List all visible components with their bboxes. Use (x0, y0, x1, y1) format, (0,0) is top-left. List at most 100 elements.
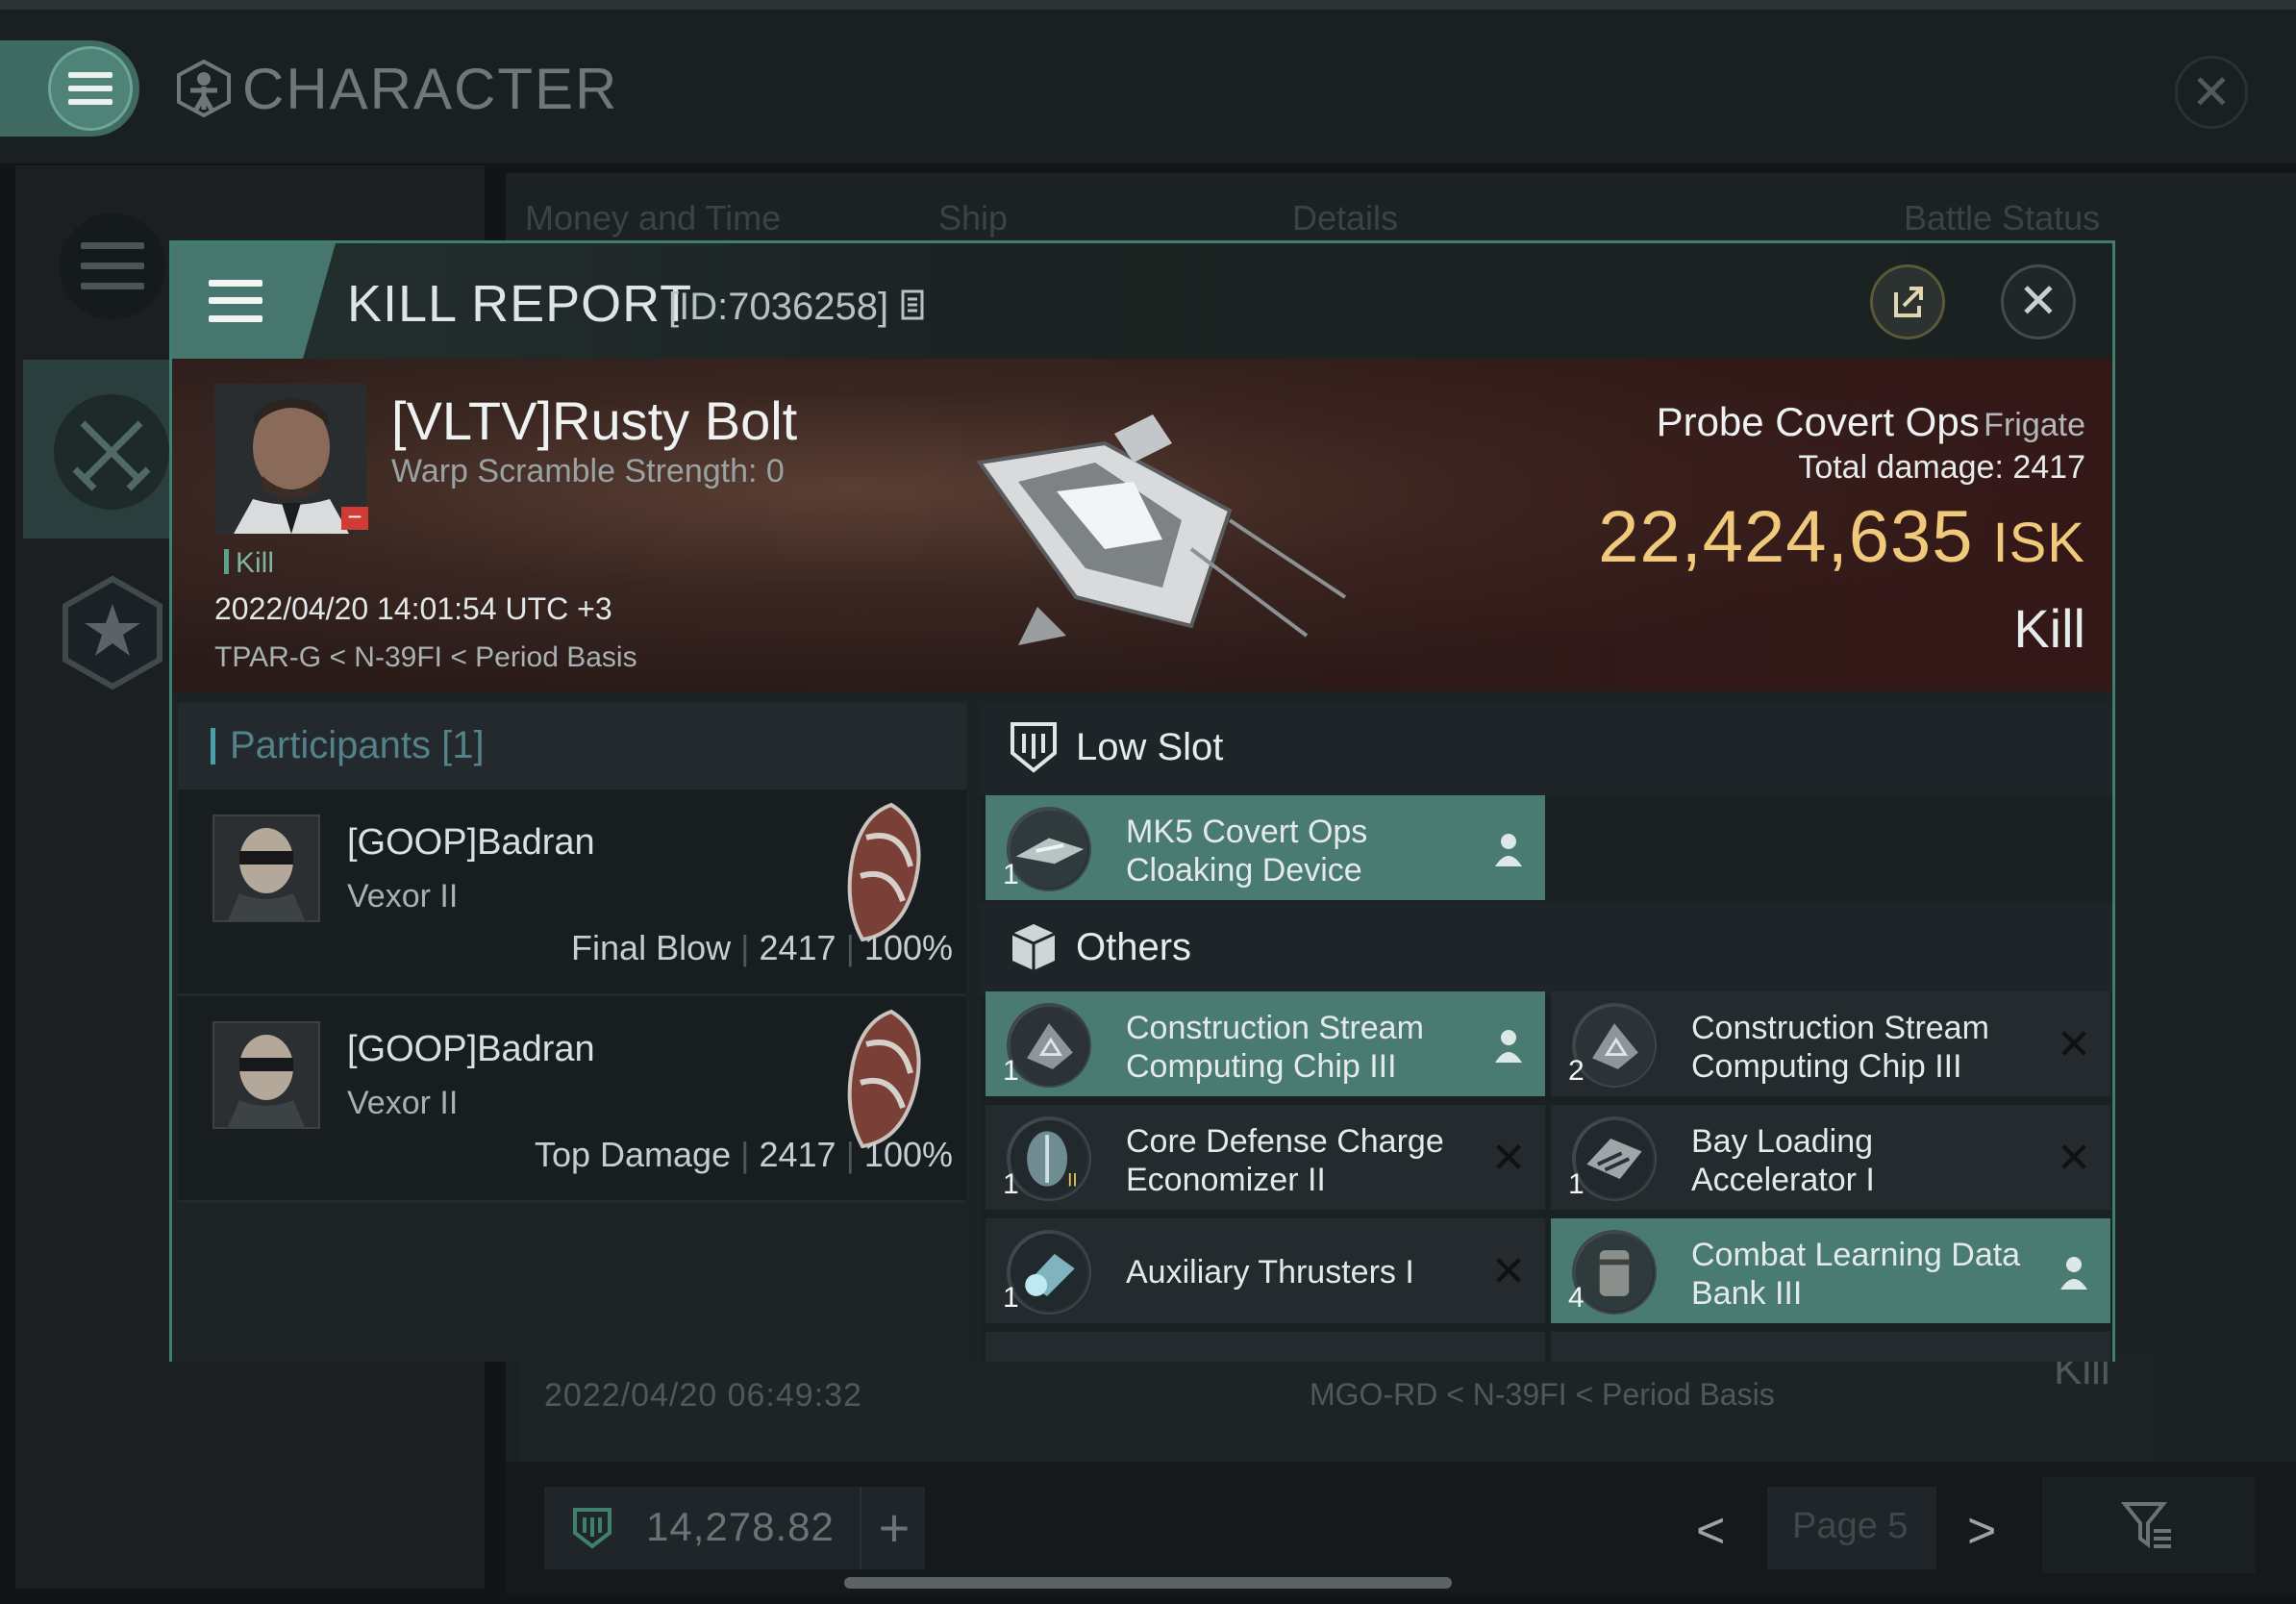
dropped-icon (1489, 830, 1528, 868)
tab-battle-status[interactable]: Battle Status (1904, 198, 2100, 238)
item-name: MK5 Covert Ops Cloaking Device (1126, 814, 1368, 889)
kill-result: Kill (2013, 598, 2085, 659)
sidebar-menu-button[interactable] (60, 213, 165, 319)
low-slot-title: Low Slot (1076, 726, 1224, 768)
copy-icon[interactable] (901, 289, 928, 322)
participants-marker (211, 728, 215, 764)
hamburger-icon (68, 72, 112, 105)
tab-money-and-time[interactable]: Money and Time (525, 198, 781, 238)
item-name: Construction Stream Computing Chip III (1691, 1010, 1989, 1085)
window-title: CHARACTER (242, 57, 619, 121)
computing-chip-icon (1572, 1003, 1657, 1088)
share-icon (1894, 287, 1923, 317)
item-quantity: 4 (1568, 1282, 1585, 1314)
item-card[interactable]: 1 Auxiliary Thrusters I ✕ (986, 1218, 1545, 1326)
kill-tag-marker (224, 549, 229, 574)
destroyed-icon: ✕ (1490, 1248, 1527, 1295)
item-name: Bay Loading Accelerator I (1691, 1123, 1875, 1198)
others-title: Others (1076, 926, 1192, 968)
computing-chip-icon (1007, 1003, 1091, 1088)
home-indicator[interactable] (844, 1577, 1452, 1589)
filter-icon (2121, 1502, 2171, 1548)
isk-wallet-icon (573, 1508, 611, 1549)
participant-ship-image (847, 802, 921, 942)
item-card[interactable]: 2 Construction Stream Computing Chip III… (1551, 991, 2110, 1099)
victim-ship-name: Probe Covert Ops (1656, 399, 1980, 444)
item-card[interactable]: 4 Combat Learning Data Bank III (1551, 1218, 2110, 1326)
top-bar (0, 0, 2296, 10)
add-funds-button[interactable]: + (860, 1487, 927, 1569)
low-slot-header: Low Slot (980, 703, 2112, 795)
close-button[interactable]: ✕ (2001, 264, 2076, 339)
window-close-button[interactable]: ✕ (2175, 56, 2248, 129)
participant-role: Final Blow (571, 928, 732, 967)
participant-role: Top Damage (534, 1135, 732, 1174)
destroyed-icon: ✕ (1490, 1135, 1527, 1182)
victim-ship: Probe Covert Ops Frigate (1653, 399, 2085, 445)
kill-report-dialog: KILL REPORT [ID:7036258] ✕ − [VLTV]Rusty… (169, 240, 2115, 1362)
low-slot-icon (1011, 722, 1057, 773)
participant-percent: 100% (863, 928, 953, 967)
victim-ship-class: Frigate (1984, 407, 2085, 443)
item-card[interactable]: 1 Construction Stream Computing Chip III (986, 991, 1545, 1099)
participant-row[interactable]: [GOOP]Badran Vexor II Top Damage | 2417 | 10… (178, 996, 966, 1203)
item-name: Combat Learning Data Bank III (1691, 1237, 2021, 1312)
participant-damage: 2417 (759, 928, 836, 967)
item-name: Auxiliary Thrusters I (1126, 1254, 1414, 1291)
item-quantity: 1 (1003, 1168, 1019, 1200)
share-button[interactable] (1870, 264, 1945, 339)
isk-unit: ISK (1992, 512, 2085, 574)
crossed-swords-icon (54, 394, 169, 510)
item-card[interactable]: 1 Bay Loading Accelerator I ✕ (1551, 1105, 2110, 1213)
warp-scramble-strength: Warp Scramble Strength: 0 (391, 453, 785, 489)
kill-tag: Kill (236, 547, 275, 579)
cargo-box-icon (1011, 924, 1056, 970)
kill-report-id: [ID:7036258] (668, 286, 889, 328)
item-quantity: 1 (1003, 1055, 1019, 1087)
item-quantity: 1 (1003, 1282, 1019, 1314)
tab-details[interactable]: Details (1292, 198, 1398, 238)
destroyed-icon: ✕ (2056, 1021, 2092, 1068)
participants-count: [1] (441, 724, 485, 766)
destroyed-icon: ✕ (2056, 1135, 2092, 1182)
star-badge-icon[interactable] (60, 575, 165, 690)
item-card-partial[interactable] (1551, 1332, 2110, 1362)
cloaking-device-icon (1007, 807, 1091, 891)
participant-ship-image (847, 1009, 921, 1149)
participant-ship: Vexor II (347, 1085, 459, 1121)
participant-name[interactable]: [GOOP]Badran (347, 822, 595, 864)
item-card-partial[interactable] (986, 1332, 1545, 1362)
history-row-location: MGO-RD < N-39FI < Period Basis (1310, 1377, 1775, 1412)
tab-ship[interactable]: Ship (938, 198, 1008, 238)
item-quantity: 1 (1568, 1168, 1585, 1200)
participant-portrait (212, 815, 320, 922)
auxiliary-thrusters-icon (1007, 1230, 1091, 1315)
kill-datetime: 2022/04/20 14:01:54 UTC +3 (214, 591, 612, 626)
main-menu-button[interactable] (48, 46, 133, 131)
item-quantity: 1 (1003, 859, 1019, 890)
item-quantity: 2 (1568, 1055, 1585, 1087)
previous-page-button[interactable]: < (1696, 1502, 1725, 1560)
character-icon (177, 59, 231, 118)
charge-economizer-icon: II (1007, 1116, 1091, 1201)
item-name: Core Defense Charge Economizer II (1126, 1123, 1444, 1198)
total-damage: Total damage: 2417 (1653, 449, 2085, 487)
history-tabs: Money and Time Ship Details Battle Statu… (525, 198, 2159, 246)
bay-loading-accelerator-icon (1572, 1116, 1657, 1201)
participant-percent: 100% (863, 1135, 953, 1174)
participants-label: Participants (230, 724, 431, 766)
item-card[interactable]: 1 MK5 Covert Ops Cloaking Device (986, 795, 1545, 903)
participant-name[interactable]: [GOOP]Badran (347, 1029, 595, 1070)
list-icon (81, 242, 144, 290)
next-page-button[interactable]: > (1967, 1502, 1996, 1560)
participant-row[interactable]: [GOOP]Badran Vexor II Final Blow | 2417 | 10… (178, 789, 966, 996)
participant-stats: Final Blow | 2417 | 100% (571, 928, 953, 967)
item-card[interactable]: II 1 Core Defense Charge Economizer II ✕ (986, 1105, 1545, 1213)
dropped-icon (1489, 1026, 1528, 1065)
participant-portrait (212, 1021, 320, 1129)
hostile-badge: − (341, 504, 368, 530)
isk-amount: 22,424,635 (1598, 496, 1974, 578)
kill-location: TPAR-G < N-39FI < Period Basis (214, 641, 637, 673)
victim-name[interactable]: [VLTV]Rusty Bolt (391, 389, 797, 452)
victim-ship-image (976, 414, 1347, 645)
